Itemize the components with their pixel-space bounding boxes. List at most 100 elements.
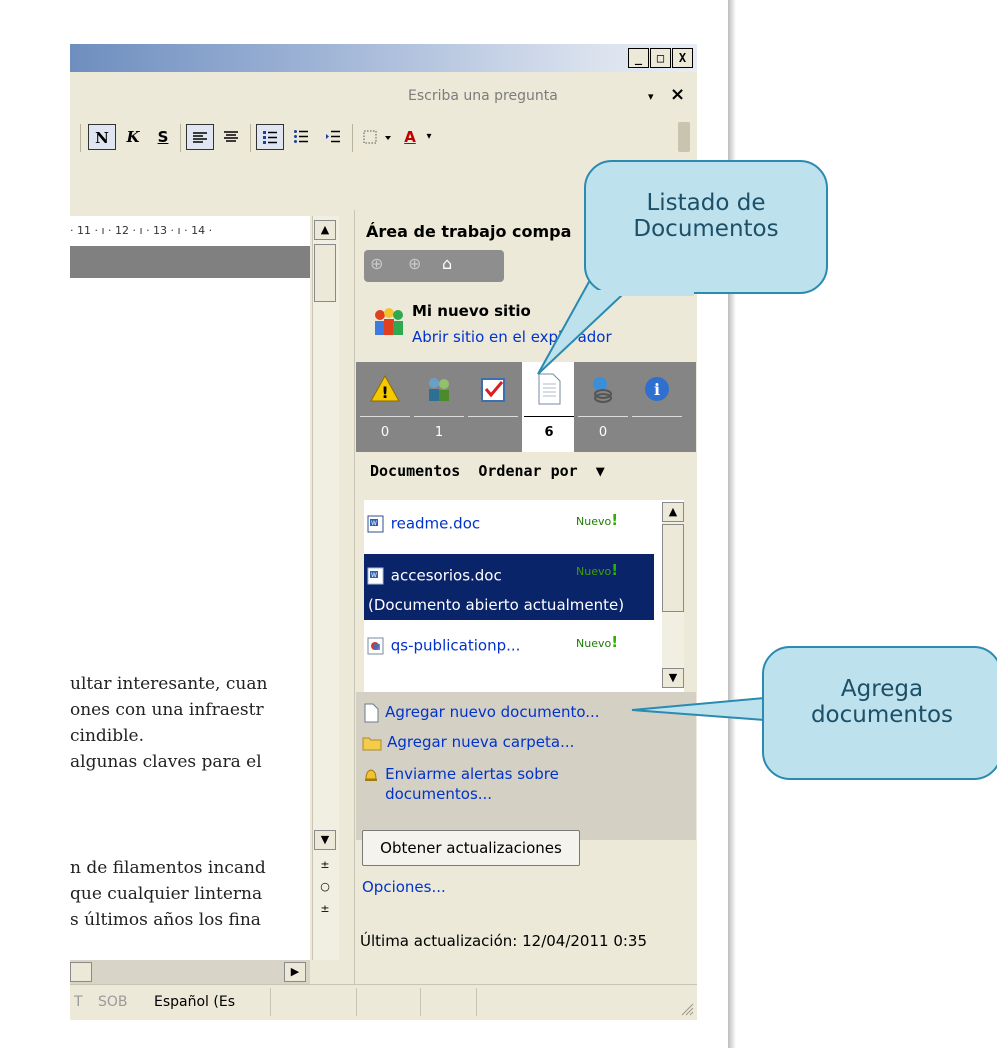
bullet-list-button[interactable] [288, 124, 314, 150]
add-folder-action[interactable]: Agregar nueva carpeta... [362, 732, 574, 752]
callout-line: Documentos [633, 216, 779, 242]
add-folder-link[interactable]: Agregar nueva carpeta... [387, 733, 574, 751]
svg-text:W: W [371, 520, 377, 527]
chevron-down-icon[interactable]: ▼ [587, 462, 605, 480]
underline-button[interactable]: S [150, 124, 176, 150]
alerts-link-line2[interactable]: documentos... [385, 785, 492, 803]
add-document-link[interactable]: Agregar nuevo documento... [385, 703, 599, 721]
ask-dropdown-arrow[interactable]: ▾ [648, 90, 654, 103]
toolbar-separator [180, 124, 181, 152]
tab-count [632, 420, 682, 446]
tab-underline [578, 416, 628, 417]
tab-underline [360, 416, 410, 417]
toolbar-separator [352, 124, 353, 152]
pane-title: Área de trabajo compa [366, 222, 572, 241]
warning-icon: ! [370, 374, 400, 402]
callout-line: Listado de [646, 190, 766, 216]
documents-header: Documentos Ordenar por ▼ [370, 462, 605, 480]
scroll-right-button[interactable]: ▶ [284, 962, 306, 982]
page-shadow [728, 0, 736, 1048]
scroll-thumb[interactable] [314, 244, 336, 302]
scroll-down-button[interactable]: ▼ [314, 830, 336, 850]
document-line: que cualquier linterna [70, 884, 263, 904]
status-divider [270, 988, 271, 1016]
status-divider [420, 988, 421, 1016]
list-scroll-thumb[interactable] [662, 524, 684, 612]
font-color-button[interactable]: A [400, 124, 420, 150]
new-document-icon [364, 703, 379, 722]
callout-pointer [537, 280, 640, 375]
pane-nav-bar [364, 250, 504, 282]
maximize-button[interactable]: □ [650, 48, 671, 68]
forward-icon[interactable]: ⊕ [408, 254, 421, 273]
document-name[interactable]: qs-publicationp... [391, 637, 521, 655]
callout-line: documentos [810, 702, 954, 728]
resize-grip-icon[interactable] [678, 1000, 694, 1016]
increase-indent-button[interactable] [320, 124, 346, 150]
borders-icon [363, 130, 391, 144]
bell-icon [365, 769, 377, 781]
callout-add-documents: Agrega documentos [762, 646, 997, 780]
align-center-button[interactable] [218, 124, 244, 150]
horizontal-scroll-thumb[interactable] [70, 962, 92, 982]
horizontal-scrollbar[interactable] [70, 960, 310, 984]
tab-underline [468, 416, 518, 417]
italic-button[interactable]: K [120, 124, 146, 150]
numbered-list-button[interactable] [256, 124, 284, 150]
new-badge: Nuevo! [576, 511, 619, 529]
new-badge: Nuevo! [576, 633, 619, 651]
callout-line: Agrega [840, 676, 924, 702]
alerts-link-line1[interactable]: Enviarme alertas sobre [385, 765, 559, 783]
ask-question-box[interactable]: Escriba una pregunta [408, 88, 558, 104]
site-name: Mi nuevo sitio [412, 302, 531, 320]
borders-button[interactable] [358, 124, 398, 150]
close-button[interactable]: X [672, 48, 693, 68]
callout-joint [764, 700, 772, 720]
bullet-list-icon [294, 130, 308, 143]
options-link[interactable]: Opciones... [362, 878, 446, 896]
align-center-icon [224, 131, 238, 142]
tab-underline [414, 416, 464, 417]
list-scroll-down[interactable]: ▼ [662, 668, 684, 688]
previous-page-icon[interactable]: ± [314, 856, 336, 876]
document-name[interactable]: readme.doc [391, 515, 480, 533]
document-line: n de filamentos incand [70, 858, 266, 878]
svg-text:!: ! [381, 383, 388, 402]
tab-count: 1 [434, 425, 444, 440]
bold-button[interactable]: N [88, 124, 116, 150]
add-document-action[interactable]: Agregar nuevo documento... [362, 702, 600, 723]
toolbar-separator [80, 124, 81, 152]
members-icon [429, 378, 449, 401]
document-name[interactable]: accesorios.doc [391, 567, 502, 585]
tab-count: 0 [380, 425, 390, 440]
back-icon[interactable]: ⊕ [370, 254, 383, 273]
new-badge-label: Nuevo [576, 565, 612, 578]
status-divider [356, 988, 357, 1016]
window-titlebar [70, 44, 697, 72]
tab-members[interactable] [414, 362, 464, 416]
document-body[interactable]: ultar interesante, cuan ones con una inf… [70, 278, 310, 978]
word-doc-icon: W [367, 515, 384, 533]
align-left-button[interactable] [186, 124, 214, 150]
toolbar-options-handle[interactable] [678, 122, 690, 152]
next-page-icon[interactable]: ± [314, 900, 336, 920]
align-left-icon [193, 132, 207, 143]
tab-status[interactable]: ! [360, 362, 410, 416]
minimize-button[interactable]: _ [628, 48, 649, 68]
get-updates-button[interactable]: Obtener actualizaciones [362, 830, 580, 866]
list-scroll-up[interactable]: ▲ [662, 502, 684, 522]
document-line: algunas claves para el [70, 752, 262, 772]
tab-underline [524, 416, 574, 417]
browse-object-icon[interactable]: ○ [314, 878, 336, 898]
tab-tasks[interactable] [468, 362, 518, 416]
tab-count [468, 420, 518, 446]
home-icon[interactable]: ⌂ [442, 254, 452, 273]
new-badge-label: Nuevo [576, 515, 612, 528]
page-margin-area [70, 246, 310, 278]
sort-by-dropdown[interactable]: Ordenar por [478, 462, 577, 480]
open-document-note: (Documento abierto actualmente) [368, 596, 625, 614]
scroll-up-button[interactable]: ▲ [314, 220, 336, 240]
font-color-dropdown[interactable]: ▾ [422, 124, 436, 150]
ask-close-icon[interactable]: × [670, 84, 685, 105]
alerts-action[interactable]: Enviarme alertas sobre documentos... [362, 764, 559, 804]
